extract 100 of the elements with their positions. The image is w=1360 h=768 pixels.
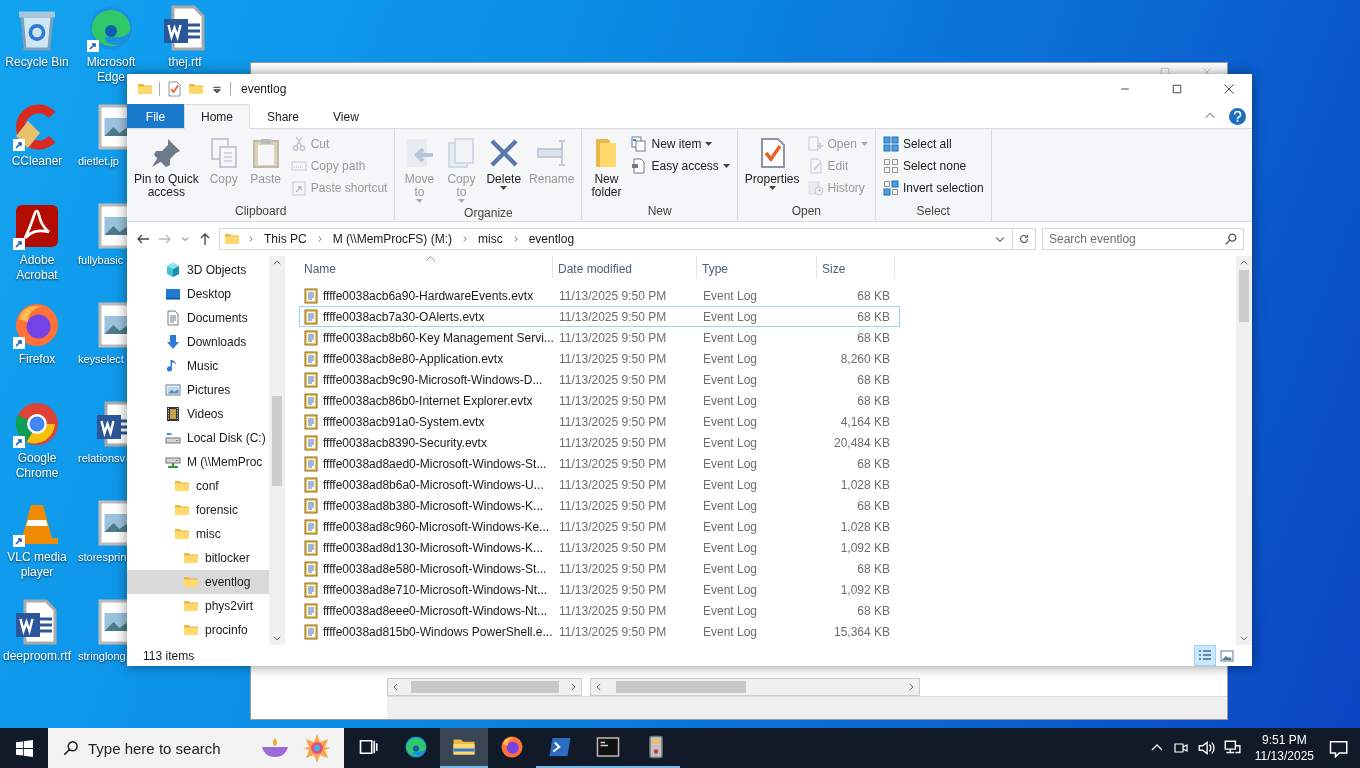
nav-item[interactable]: eventlog (127, 570, 269, 594)
ribbon-tab[interactable]: View (316, 104, 376, 128)
file-row[interactable]: ffffe0038ad8aed0-Microsoft-Windows-St... 11/13/2025 9:50 PM Event Log 68 KB (299, 453, 900, 474)
file-name: ffffe0038acb8390-Security.evtx (323, 435, 487, 450)
file-name: ffffe0038acb91a0-System.evtx (323, 414, 485, 429)
file-name: ffffe0038acb8e80-Application.evtx (323, 351, 504, 366)
date-modified: 11/13/2025 9:50 PM (558, 540, 668, 555)
date-modified: 11/13/2025 9:50 PM (558, 330, 668, 345)
ribbon-tab[interactable]: File (127, 104, 184, 128)
group-label: Organize (463, 205, 514, 221)
date-modified: 11/13/2025 9:50 PM (558, 498, 668, 513)
ribbon-tab[interactable]: Share (250, 104, 317, 128)
file-row[interactable]: ffffe0038ad815b0-Windows PowerShell.e... 11/13/2025 9:50 PM Event Log 15,364 KB (299, 621, 900, 642)
file-row[interactable]: ffffe0038acb91a0-System.evtx 11/13/2025 9:50 PM Event Log 4,164 KB (299, 411, 900, 432)
file-size: 1,028 KB (839, 519, 891, 534)
file-type: Event Log (702, 309, 759, 324)
date-modified: 11/13/2025 9:50 PM (558, 351, 668, 366)
file-size: 68 KB (856, 288, 891, 303)
file-size: 68 KB (856, 561, 891, 576)
file-type: Event Log (702, 351, 759, 366)
nav-item[interactable]: Pictures (127, 378, 269, 402)
ribbon-button[interactable]: New folder (586, 133, 627, 203)
ribbon-button[interactable]: Pin to Quick access (131, 133, 202, 203)
nav-item[interactable]: misc (127, 522, 269, 546)
file-type: Event Log (702, 603, 759, 618)
breadcrumb[interactable]: M (\\MemProcFS) (M:) (330, 232, 454, 246)
file-name: ffffe0038acb7a30-OAlerts.evtx (323, 309, 485, 324)
ribbon-button[interactable]: New item (628, 133, 733, 155)
ribbon-tab[interactable]: Home (184, 104, 250, 129)
file-type: Event Log (702, 288, 759, 303)
date-modified: 11/13/2025 9:50 PM (558, 624, 668, 639)
breadcrumb[interactable]: misc (476, 232, 505, 246)
file-row[interactable]: ffffe0038acb8390-Security.evtx 11/13/2025 9:50 PM Event Log 20,484 KB (299, 432, 900, 453)
file-name: ffffe0038ad815b0-Windows PowerShell.e... (323, 624, 553, 639)
ribbon-button[interactable]: Invert selection (879, 177, 987, 199)
search-field[interactable]: Search eventlog (1042, 228, 1244, 250)
nav-item[interactable]: Videos (127, 402, 269, 426)
file-size: 1,092 KB (839, 582, 891, 597)
file-row[interactable]: ffffe0038ad8eee0-Microsoft-Windows-Nt... 11/13/2025 9:50 PM Event Log 68 KB (299, 600, 900, 621)
file-row[interactable]: ffffe0038acb8e80-Application.evtx 11/13/2025 9:50 PM Event Log 8,260 KB (299, 348, 900, 369)
column-header[interactable]: Name (299, 256, 553, 278)
nav-item[interactable]: 3D Objects (127, 258, 269, 282)
file-type: Event Log (702, 519, 759, 534)
date-modified: 11/13/2025 9:50 PM (558, 456, 668, 471)
ribbon-button[interactable]: Easy access (628, 155, 733, 177)
file-name: ffffe0038ad8c960-Microsoft-Windows-Ke... (323, 519, 550, 534)
file-type: Event Log (702, 624, 759, 639)
file-size: 8,260 KB (839, 351, 891, 366)
column-header[interactable]: Size (817, 256, 895, 278)
nav-item[interactable]: procinfo (127, 618, 269, 642)
breadcrumb[interactable]: This PC (262, 232, 309, 246)
date-modified: 11/13/2025 9:50 PM (558, 603, 668, 618)
nav-item[interactable]: Desktop (127, 282, 269, 306)
ribbon-button[interactable]: Select all (879, 133, 987, 155)
date-modified: 11/13/2025 9:50 PM (558, 582, 668, 597)
search-field[interactable]: Type here to search (48, 728, 344, 768)
ribbon-button[interactable]: Select none (879, 155, 987, 177)
file-size: 1,092 KB (839, 540, 891, 555)
ribbon-button[interactable]: Delete (483, 133, 525, 205)
file-size: 68 KB (856, 309, 891, 324)
address-bar[interactable]: This PC M (\\MemProcFS) (M:) misc eventlog (219, 228, 1036, 250)
file-row[interactable]: ffffe0038acb6a90-HardwareEvents.evtx 11/13/2025 9:50 PM Event Log 68 KB (299, 285, 900, 306)
file-row[interactable]: ffffe0038ad8e580-Microsoft-Windows-St... 11/13/2025 9:50 PM Event Log 68 KB (299, 558, 900, 579)
file-row[interactable]: ffffe0038ad8e710-Microsoft-Windows-Nt... 11/13/2025 9:50 PM Event Log 1,092 KB (299, 579, 900, 600)
nav-item[interactable]: Documents (127, 306, 269, 330)
file-type: Event Log (702, 477, 759, 492)
clock-date[interactable]: 11/13/2025 (1254, 748, 1314, 764)
file-row[interactable]: ffffe0038acb9c90-Microsoft-Windows-D... 11/13/2025 9:50 PM Event Log 68 KB (299, 369, 900, 390)
file-row[interactable]: ffffe0038acb8b60-Key Management Servi... 11/13/2025 9:50 PM Event Log 68 KB (299, 327, 900, 348)
nav-item[interactable]: Music (127, 354, 269, 378)
date-modified: 11/13/2025 9:50 PM (558, 393, 668, 408)
file-row[interactable]: ffffe0038ad8c960-Microsoft-Windows-Ke... 11/13/2025 9:50 PM Event Log 1,028 KB (299, 516, 900, 537)
ribbon-button[interactable]: Properties (741, 133, 803, 203)
date-modified: 11/13/2025 9:50 PM (558, 435, 668, 450)
file-row[interactable]: ffffe0038ad8b380-Microsoft-Windows-K... 11/13/2025 9:50 PM Event Log 68 KB (299, 495, 900, 516)
nav-item[interactable]: bitlocker (127, 546, 269, 570)
column-header[interactable]: Date modified (553, 256, 697, 278)
file-name: ffffe0038ad8e710-Microsoft-Windows-Nt... (323, 582, 548, 597)
file-row[interactable]: ffffe0038ad8b6a0-Microsoft-Windows-U... 11/13/2025 9:50 PM Event Log 1,028 KB (299, 474, 900, 495)
file-name: ffffe0038acb9c90-Microsoft-Windows-D... (323, 372, 543, 387)
item-count: 113 items (143, 648, 196, 663)
nav-item[interactable]: Downloads (127, 330, 269, 354)
file-size: 68 KB (856, 456, 891, 471)
file-row[interactable]: ffffe0038acb7a30-OAlerts.evtx 11/13/2025 9:50 PM Event Log 68 KB (299, 306, 900, 327)
file-row[interactable]: ffffe0038acb86b0-Internet Explorer.evtx 11/13/2025 9:50 PM Event Log 68 KB (299, 390, 900, 411)
file-size: 1,028 KB (839, 477, 891, 492)
file-row[interactable]: ffffe0038ad8d130-Microsoft-Windows-K... 11/13/2025 9:50 PM Event Log 1,092 KB (299, 537, 900, 558)
file-type: Event Log (702, 330, 759, 345)
column-header[interactable]: Type (697, 256, 817, 278)
nav-item[interactable]: forensic (127, 498, 269, 522)
nav-item[interactable]: conf (127, 474, 269, 498)
date-modified: 11/13/2025 9:50 PM (558, 414, 668, 429)
clock-time[interactable]: 9:51 PM (1262, 732, 1307, 748)
nav-item[interactable]: M (\\MemProc (127, 450, 269, 474)
file-size: 68 KB (856, 393, 891, 408)
file-name: ffffe0038acb8b60-Key Management Servi... (323, 330, 554, 345)
nav-item[interactable]: phys2virt (127, 594, 269, 618)
nav-item[interactable]: Local Disk (C:) (127, 426, 269, 450)
group-label: Open (790, 203, 823, 220)
breadcrumb[interactable]: eventlog (526, 232, 577, 246)
